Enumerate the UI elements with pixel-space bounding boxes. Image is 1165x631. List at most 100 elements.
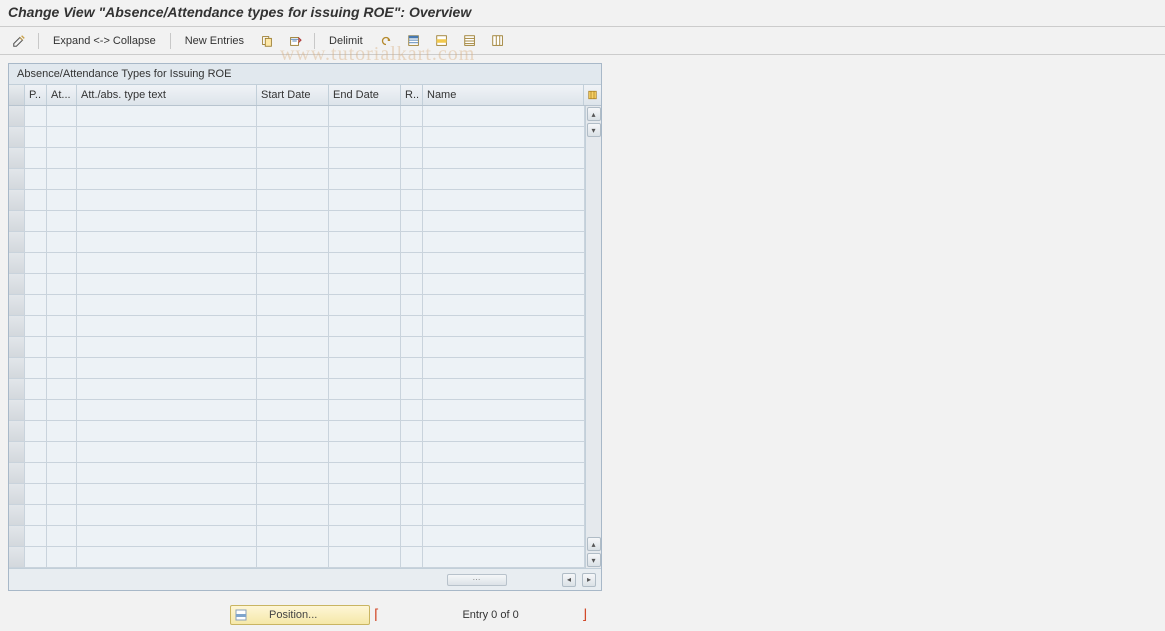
copy-button[interactable] [256, 32, 278, 50]
table-cell[interactable] [329, 190, 401, 210]
table-cell[interactable] [257, 442, 329, 462]
table-cell[interactable] [25, 127, 47, 147]
table-cell[interactable] [423, 421, 585, 441]
table-cell[interactable] [423, 505, 585, 525]
table-cell[interactable] [25, 316, 47, 336]
table-cell[interactable] [25, 442, 47, 462]
config-button[interactable] [487, 32, 509, 50]
grid-header-end-date[interactable]: End Date [329, 85, 401, 105]
table-cell[interactable] [329, 463, 401, 483]
table-cell[interactable] [25, 148, 47, 168]
table-cell[interactable] [47, 190, 77, 210]
row-selector[interactable] [9, 547, 25, 567]
table-cell[interactable] [47, 463, 77, 483]
table-cell[interactable] [47, 211, 77, 231]
scroll-up-button[interactable]: ▴ [587, 107, 601, 121]
table-cell[interactable] [423, 148, 585, 168]
table-cell[interactable] [25, 484, 47, 504]
grid-header-p[interactable]: P.. [25, 85, 47, 105]
table-cell[interactable] [423, 547, 585, 567]
row-selector[interactable] [9, 400, 25, 420]
table-cell[interactable] [77, 127, 257, 147]
table-cell[interactable] [329, 526, 401, 546]
table-cell[interactable] [257, 211, 329, 231]
table-cell[interactable] [77, 442, 257, 462]
table-cell[interactable] [25, 526, 47, 546]
table-cell[interactable] [401, 526, 423, 546]
table-row[interactable] [9, 295, 585, 316]
row-selector[interactable] [9, 442, 25, 462]
row-selector[interactable] [9, 463, 25, 483]
table-cell[interactable] [401, 316, 423, 336]
table-cell[interactable] [47, 274, 77, 294]
table-cell[interactable] [257, 526, 329, 546]
table-cell[interactable] [401, 547, 423, 567]
table-cell[interactable] [77, 169, 257, 189]
select-all-button[interactable] [403, 32, 425, 50]
display-change-button[interactable] [8, 32, 30, 50]
table-cell[interactable] [329, 421, 401, 441]
table-cell[interactable] [257, 106, 329, 126]
deselect-all-button[interactable] [459, 32, 481, 50]
table-row[interactable] [9, 442, 585, 463]
table-cell[interactable] [257, 232, 329, 252]
table-cell[interactable] [47, 148, 77, 168]
table-cell[interactable] [257, 358, 329, 378]
position-button[interactable]: Position... [230, 605, 370, 625]
table-cell[interactable] [257, 316, 329, 336]
row-selector[interactable] [9, 127, 25, 147]
table-cell[interactable] [25, 379, 47, 399]
row-selector[interactable] [9, 274, 25, 294]
table-cell[interactable] [77, 421, 257, 441]
table-cell[interactable] [257, 463, 329, 483]
expand-collapse-button[interactable]: Expand <-> Collapse [47, 35, 162, 47]
table-cell[interactable] [423, 274, 585, 294]
scroll-up-button[interactable]: ▴ [587, 537, 601, 551]
table-cell[interactable] [47, 442, 77, 462]
table-cell[interactable] [25, 232, 47, 252]
delete-button[interactable] [284, 32, 306, 50]
row-selector[interactable] [9, 148, 25, 168]
table-cell[interactable] [77, 379, 257, 399]
scroll-down-button[interactable]: ▾ [587, 123, 601, 137]
table-cell[interactable] [257, 127, 329, 147]
table-cell[interactable] [77, 526, 257, 546]
row-selector[interactable] [9, 484, 25, 504]
table-cell[interactable] [329, 211, 401, 231]
table-cell[interactable] [77, 211, 257, 231]
table-cell[interactable] [401, 169, 423, 189]
table-cell[interactable] [401, 190, 423, 210]
table-cell[interactable] [401, 211, 423, 231]
table-cell[interactable] [257, 337, 329, 357]
table-cell[interactable] [77, 274, 257, 294]
table-row[interactable] [9, 400, 585, 421]
undo-button[interactable] [375, 32, 397, 50]
row-selector[interactable] [9, 106, 25, 126]
table-cell[interactable] [25, 169, 47, 189]
table-cell[interactable] [257, 253, 329, 273]
table-cell[interactable] [77, 400, 257, 420]
table-cell[interactable] [257, 484, 329, 504]
table-cell[interactable] [401, 337, 423, 357]
table-row[interactable] [9, 106, 585, 127]
table-cell[interactable] [401, 295, 423, 315]
table-cell[interactable] [25, 400, 47, 420]
table-cell[interactable] [401, 106, 423, 126]
table-cell[interactable] [423, 190, 585, 210]
table-cell[interactable] [423, 442, 585, 462]
table-cell[interactable] [401, 505, 423, 525]
table-cell[interactable] [423, 169, 585, 189]
table-row[interactable] [9, 148, 585, 169]
table-cell[interactable] [47, 526, 77, 546]
table-cell[interactable] [47, 127, 77, 147]
table-cell[interactable] [329, 106, 401, 126]
table-cell[interactable] [423, 316, 585, 336]
grid-header-type-text[interactable]: Att./abs. type text [77, 85, 257, 105]
table-cell[interactable] [423, 463, 585, 483]
table-cell[interactable] [423, 253, 585, 273]
grid-header-at[interactable]: At... [47, 85, 77, 105]
table-cell[interactable] [77, 505, 257, 525]
table-cell[interactable] [329, 169, 401, 189]
table-cell[interactable] [25, 106, 47, 126]
table-cell[interactable] [77, 337, 257, 357]
